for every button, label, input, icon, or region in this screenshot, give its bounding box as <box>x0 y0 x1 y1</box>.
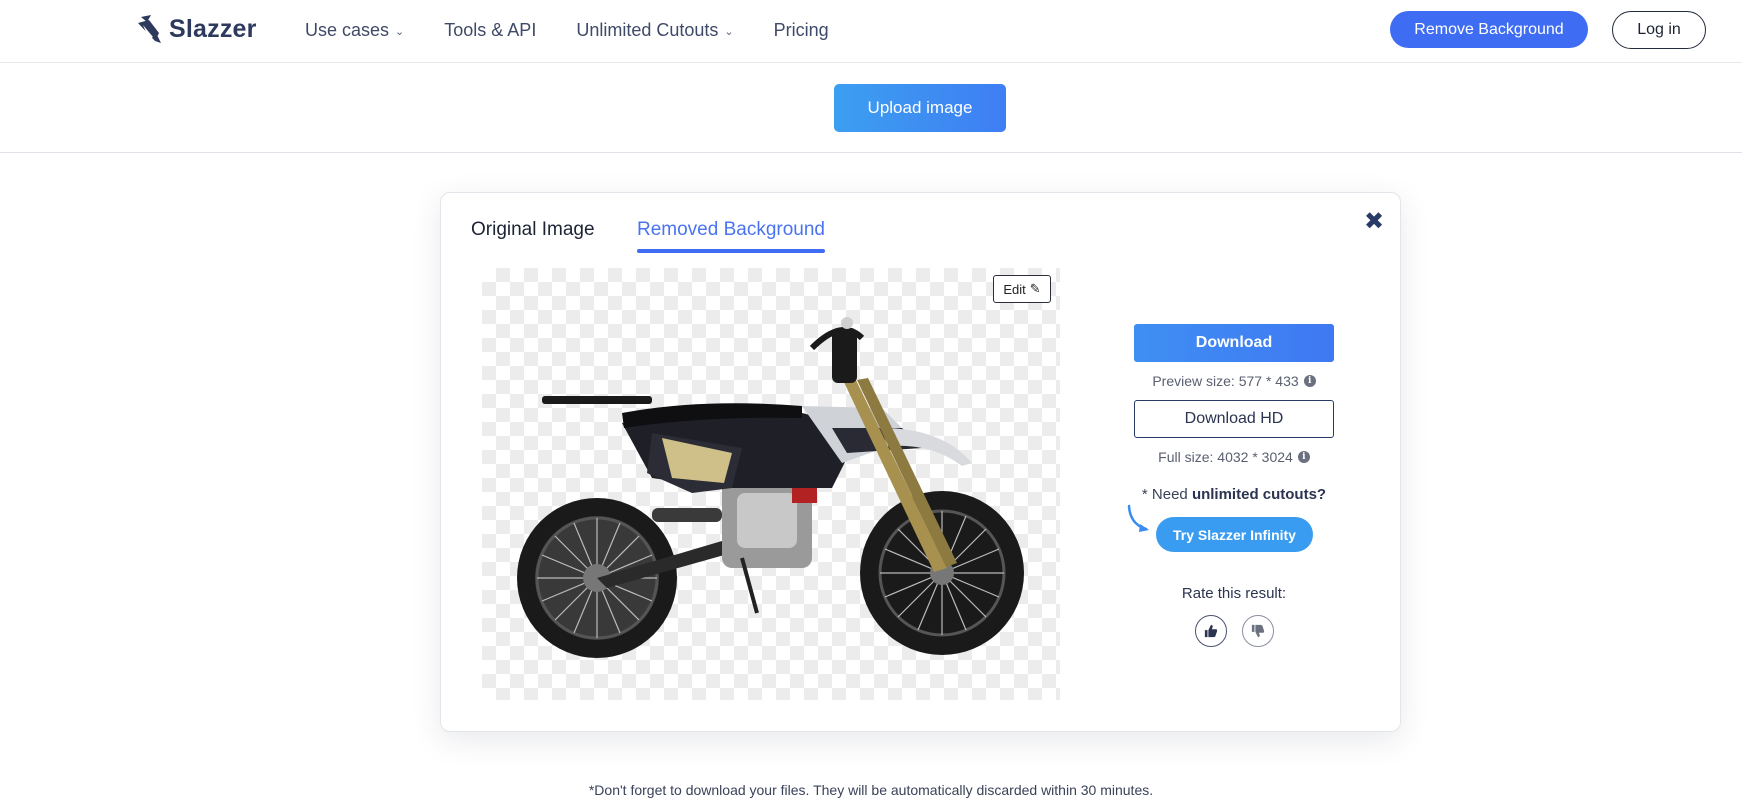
thumbs-down-button[interactable] <box>1242 615 1274 647</box>
nav-use-cases-label: Use cases <box>305 20 390 40</box>
nav-pricing[interactable]: Pricing <box>774 20 829 41</box>
nav-unlimited-cutouts-label: Unlimited Cutouts <box>576 20 719 40</box>
download-button[interactable]: Download <box>1134 324 1334 362</box>
thumbs-up-icon <box>1204 624 1218 638</box>
active-tab-indicator <box>637 249 825 253</box>
slazzer-logo-icon <box>138 15 161 43</box>
result-card: Original Image Removed Background ✖ Edit… <box>440 192 1401 732</box>
thumbs-down-icon <box>1251 624 1265 638</box>
unlimited-prompt: * Need unlimited cutouts? <box>1134 486 1334 503</box>
result-preview: Edit ✎ <box>482 268 1060 700</box>
try-slazzer-infinity-button[interactable]: Try Slazzer Infinity <box>1156 517 1313 552</box>
full-size-text: Full size: 4032 * 3024 <box>1158 449 1293 465</box>
pencil-icon: ✎ <box>1029 281 1041 296</box>
tab-original-image[interactable]: Original Image <box>471 219 595 241</box>
site-header: Slazzer Use cases ⌄ Tools & API Unlimite… <box>0 0 1742 63</box>
full-size-line: Full size: 4032 * 3024 i <box>1134 449 1334 465</box>
main-nav: Use cases ⌄ Tools & API Unlimited Cutout… <box>305 20 869 41</box>
nav-pricing-label: Pricing <box>773 20 829 40</box>
need-bold: unlimited cutouts? <box>1191 486 1327 503</box>
nav-tools-api[interactable]: Tools & API <box>444 20 536 41</box>
curved-arrow-icon <box>1127 504 1149 532</box>
footnote: *Don't forget to download your files. Th… <box>588 782 1154 798</box>
login-button[interactable]: Log in <box>1612 11 1706 49</box>
chevron-down-icon: ⌄ <box>395 26 405 38</box>
download-hd-button[interactable]: Download HD <box>1134 400 1334 438</box>
upload-image-button[interactable]: Upload image <box>834 84 1006 132</box>
edit-label: Edit <box>1003 281 1026 297</box>
preview-size-text: Preview size: 577 * 433 <box>1152 373 1299 389</box>
rate-label: Rate this result: <box>1181 585 1287 602</box>
tab-removed-background[interactable]: Removed Background <box>637 219 825 241</box>
edit-button[interactable]: Edit ✎ <box>993 275 1051 303</box>
nav-tools-api-label: Tools & API <box>444 20 537 40</box>
remove-background-button[interactable]: Remove Background <box>1390 11 1588 48</box>
info-icon[interactable]: i <box>1297 451 1310 463</box>
motorcycle-image <box>517 317 1024 658</box>
close-icon[interactable]: ✖ <box>1364 210 1384 234</box>
info-icon[interactable]: i <box>1303 375 1316 387</box>
nav-unlimited-cutouts[interactable]: Unlimited Cutouts ⌄ <box>576 20 733 41</box>
logo[interactable]: Slazzer <box>135 13 257 45</box>
preview-size-line: Preview size: 577 * 433 i <box>1134 373 1334 389</box>
nav-use-cases[interactable]: Use cases ⌄ <box>305 20 404 41</box>
need-prefix: * Need <box>1141 486 1188 503</box>
logo-text: Slazzer <box>169 14 257 43</box>
upload-section: Upload image <box>0 63 1742 153</box>
chevron-down-icon: ⌄ <box>724 26 734 38</box>
thumbs-up-button[interactable] <box>1195 615 1227 647</box>
